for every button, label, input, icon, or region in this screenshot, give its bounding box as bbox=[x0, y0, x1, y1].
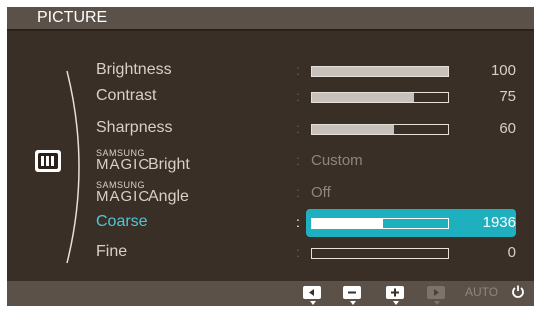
slider-value: 1936 bbox=[482, 214, 516, 231]
value-separator: : bbox=[296, 152, 300, 168]
slider-fill bbox=[312, 93, 414, 102]
bottom-button-bar: AUTO bbox=[7, 281, 534, 306]
slider-track[interactable] bbox=[311, 248, 449, 259]
menu-item-label: Contrast bbox=[96, 87, 157, 104]
slider-track[interactable] bbox=[311, 66, 449, 77]
minus-button[interactable] bbox=[343, 286, 361, 305]
slider-value: 75 bbox=[499, 88, 516, 105]
left-arrow-icon bbox=[309, 289, 314, 296]
menu-item-label: Coarse bbox=[96, 213, 148, 230]
left-arrow-button[interactable] bbox=[303, 286, 321, 305]
osd-menu: PICTURE Brightness: 100 Contrast: 75 Sharpne… bbox=[7, 7, 534, 306]
slider-track[interactable] bbox=[311, 218, 449, 229]
slider-value: 0 bbox=[507, 244, 516, 261]
picture-icon bbox=[35, 150, 61, 172]
slider-track[interactable] bbox=[311, 92, 449, 103]
menu-item-brightness[interactable]: Brightness: 100 bbox=[96, 59, 516, 85]
auto-button[interactable]: AUTO bbox=[465, 285, 498, 299]
title-bar: PICTURE bbox=[7, 7, 534, 29]
menu-title: PICTURE bbox=[37, 9, 108, 26]
menu-item-label: Brightness bbox=[96, 61, 172, 78]
plus-button[interactable] bbox=[386, 286, 404, 305]
brand-large-text: MAGIC bbox=[96, 188, 151, 205]
brand-large-text: MAGIC bbox=[96, 156, 151, 173]
value-separator: : bbox=[296, 214, 300, 230]
magic-brand-label: SAMSUNG MAGIC Bright bbox=[96, 149, 190, 173]
plus-icon bbox=[391, 288, 399, 297]
menu-item-fine[interactable]: Fine: 0 bbox=[96, 241, 516, 267]
value-separator: : bbox=[296, 88, 300, 104]
play-button[interactable] bbox=[427, 286, 445, 305]
play-icon bbox=[434, 289, 439, 296]
value-separator: : bbox=[296, 184, 300, 200]
slider-fill bbox=[312, 67, 448, 76]
power-icon[interactable] bbox=[511, 284, 525, 298]
value-separator: : bbox=[296, 62, 300, 78]
menu-item-label: Fine bbox=[96, 243, 128, 260]
slider-value: 100 bbox=[490, 62, 516, 79]
setting-value: Off bbox=[311, 184, 331, 201]
slider-fill bbox=[312, 219, 383, 228]
menu-item-label: Bright bbox=[148, 156, 190, 173]
slider-value: 60 bbox=[499, 120, 516, 137]
slider-fill bbox=[312, 125, 394, 134]
menu-item-angle[interactable]: SAMSUNG MAGIC Angle: Off bbox=[96, 181, 516, 207]
slider-track[interactable] bbox=[311, 124, 449, 135]
value-separator: : bbox=[296, 244, 300, 260]
magic-brand-label: SAMSUNG MAGIC Angle bbox=[96, 181, 189, 205]
menu-item-label: Angle bbox=[148, 188, 189, 205]
menu-item-contrast[interactable]: Contrast: 75 bbox=[96, 85, 516, 111]
menu-arc-decoration bbox=[66, 70, 80, 264]
title-divider bbox=[7, 29, 534, 31]
menu-item-coarse[interactable]: Coarse: 1936 bbox=[96, 209, 516, 237]
menu-item-bright[interactable]: SAMSUNG MAGIC Bright: Custom bbox=[96, 149, 516, 175]
value-separator: : bbox=[296, 120, 300, 136]
menu-item-sharpness[interactable]: Sharpness: 60 bbox=[96, 117, 516, 143]
setting-value: Custom bbox=[311, 152, 363, 169]
minus-icon bbox=[348, 291, 356, 294]
menu-item-label: Sharpness bbox=[96, 119, 173, 136]
